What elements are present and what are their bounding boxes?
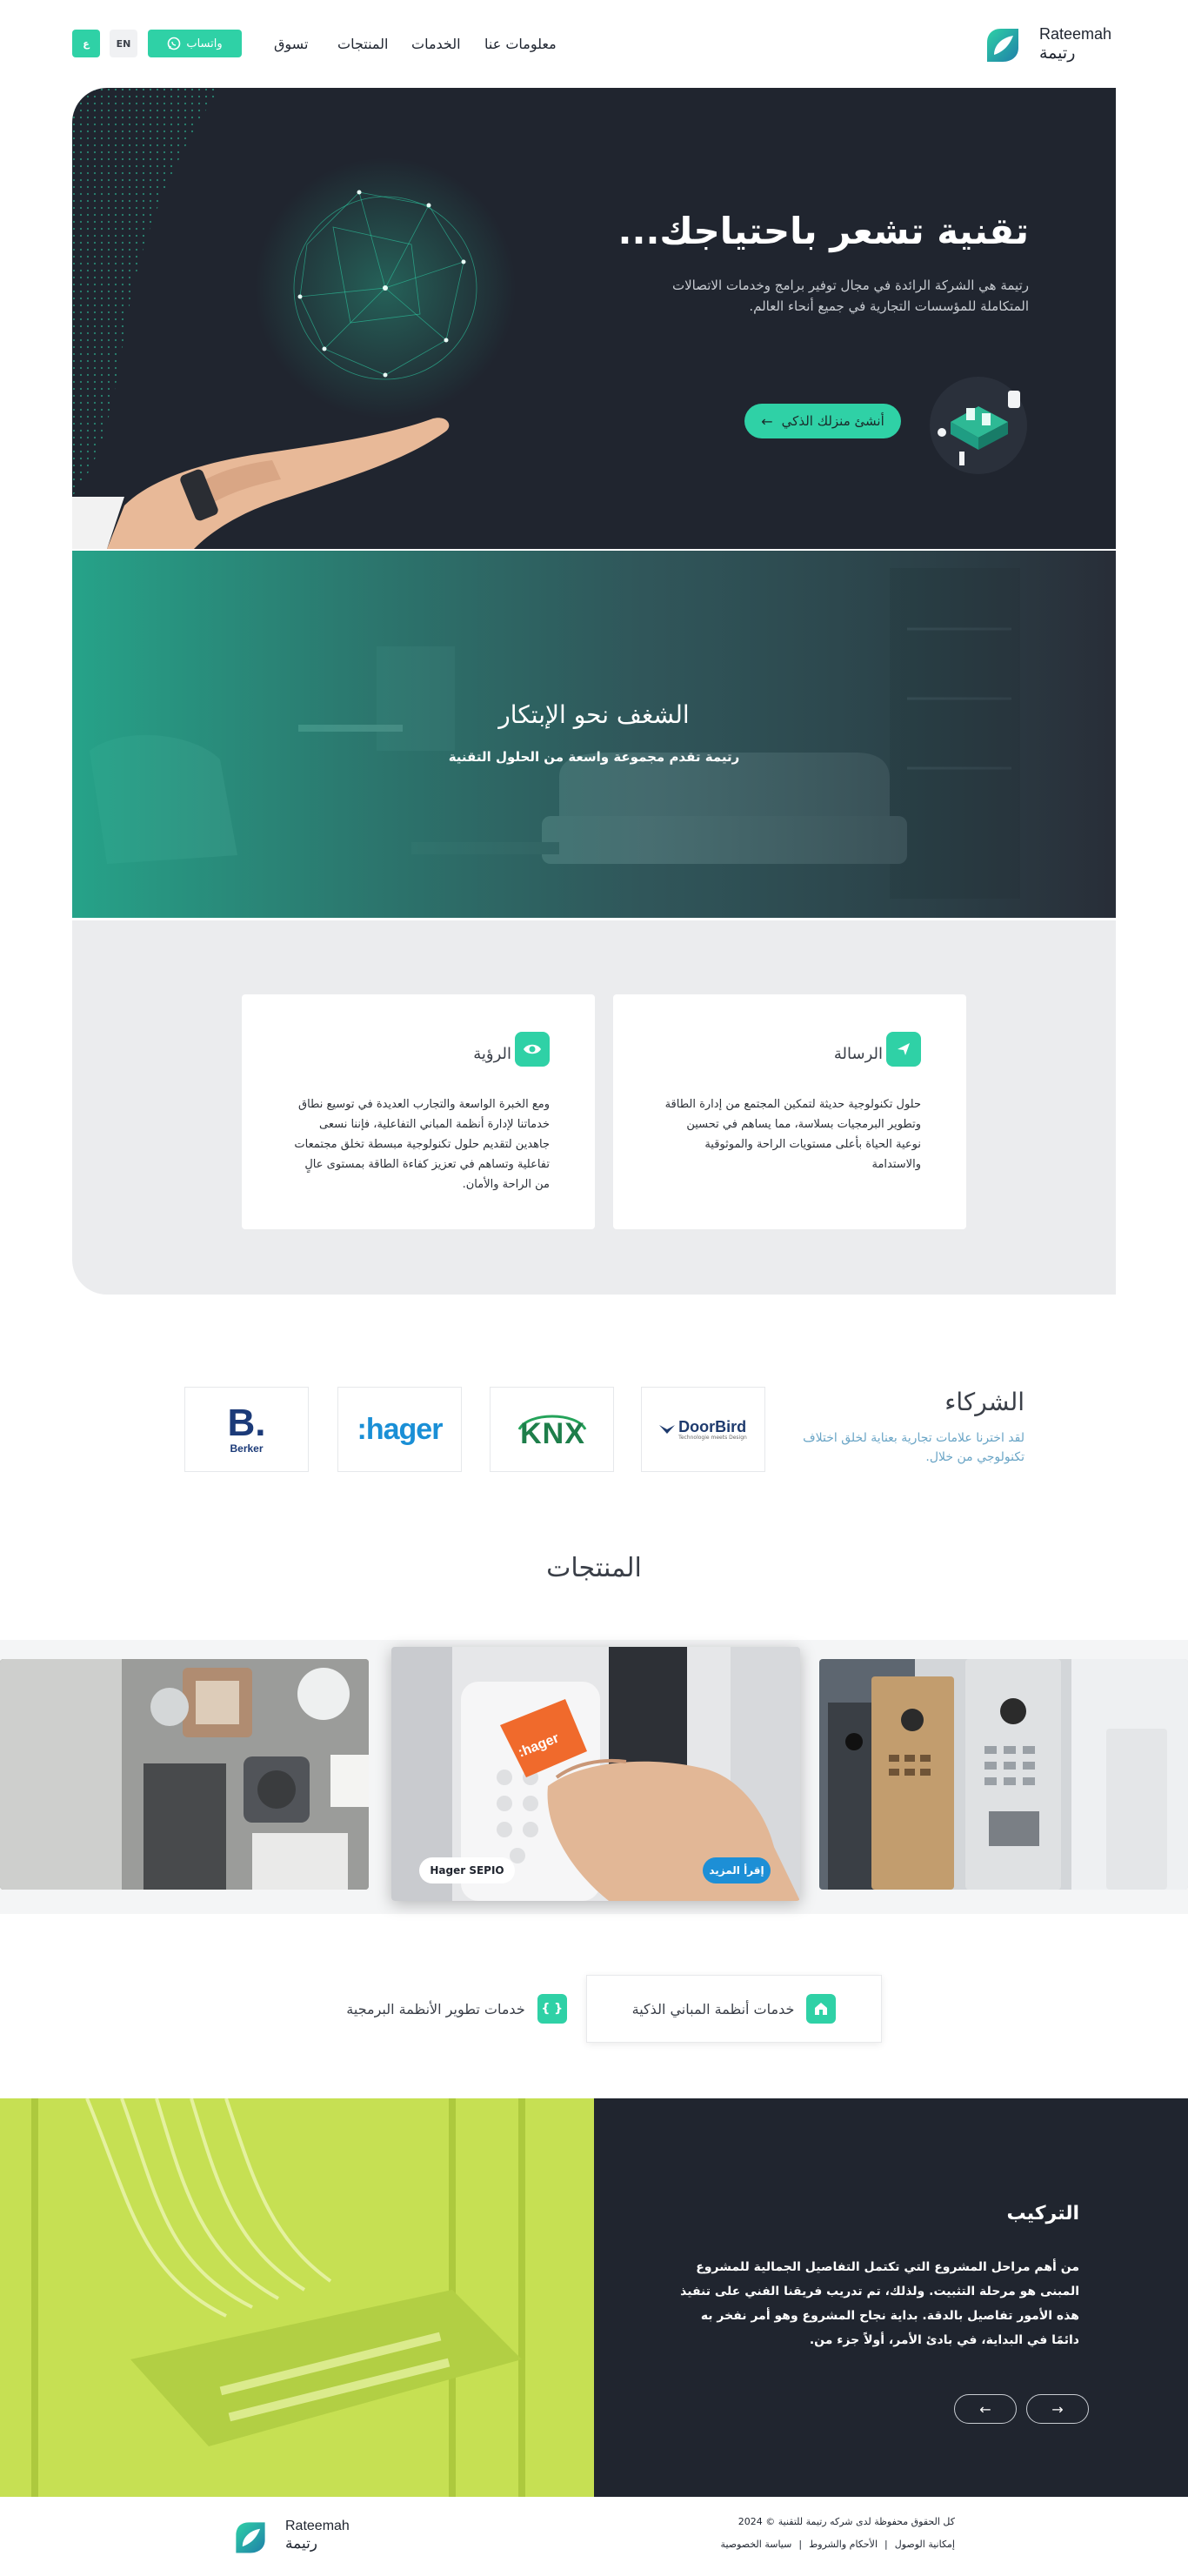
site-header: Rateemah رتيمة معلومات عنا الخدمات المنت… [0, 0, 1188, 87]
partner-logo-doorbird[interactable]: DoorBird Technologie meets Design [641, 1387, 765, 1472]
carousel-prev-button[interactable]: ← [954, 2394, 1017, 2424]
vision-mission-section: الرسالة حلول تكنولوجية حديثة لتمكين المج… [72, 920, 1116, 1295]
mission-title: الرسالة [833, 1045, 883, 1063]
brand-name-en: Rateemah [1039, 25, 1112, 43]
tab-smart-building-services[interactable]: خدمات أنظمة المباني الذكية [586, 1975, 882, 2043]
footer-links: إمكانية الوصول | الأحكام والشروط | سياسة… [721, 2539, 955, 2550]
switch-panels-photo [0, 1659, 369, 1890]
hero-title: تقنية تشعر باحتياجك... [617, 210, 1029, 252]
doorbird-bird-icon [659, 1425, 676, 1434]
vision-card: الرؤية ومع الخبرة الواسعة والتجارب العدي… [242, 994, 595, 1229]
rateemah-logo-icon[interactable] [980, 22, 1025, 67]
arrow-left-icon: ← [761, 412, 773, 430]
footer-link-accessibility[interactable]: إمكانية الوصول [895, 2539, 955, 2550]
mission-card: الرسالة حلول تكنولوجية حديثة لتمكين المج… [613, 994, 966, 1229]
send-arrow-icon [886, 1032, 921, 1067]
partner-logo-hager[interactable]: :hager [337, 1387, 462, 1472]
read-more-button[interactable]: إقرأ المزيد [703, 1857, 771, 1883]
products-title: المنتجات [546, 1553, 642, 1583]
brand-name-ar: رتيمة [1039, 43, 1076, 63]
tab-smart-building-label: خدمات أنظمة المباني الذكية [631, 2000, 795, 2017]
tab-software-label: خدمات تطوير الأنظمة البرمجية [346, 2000, 525, 2017]
innovation-subtitle: رتيمة تقدم مجموعة واسعة من الحلول التقني… [448, 749, 740, 765]
innovation-banner: الشغف نحو الإبتكار رتيمة تقدم مجموعة واس… [72, 551, 1116, 918]
hero-globe-hand-illustration [72, 88, 516, 549]
site-footer [0, 2497, 1188, 2576]
installation-body: من أهم مراحل المشروع التي تكتمل التفاصيل… [680, 2260, 1079, 2347]
nav-products[interactable]: المنتجات [337, 36, 389, 52]
innovation-title: الشغف نحو الإبتكار [498, 700, 690, 729]
partner-logo-knx[interactable]: KNX [490, 1387, 614, 1472]
whatsapp-button[interactable]: واتساب [148, 30, 242, 57]
footer-brand-en: Rateemah [285, 2519, 350, 2533]
footer-brand-ar: رتيمة [285, 2535, 318, 2553]
installation-photo [0, 2098, 594, 2497]
cta-label: أنشئ منزلك الذكي [781, 413, 884, 429]
lang-en-button[interactable]: EN [110, 30, 137, 57]
partner-logo-berker[interactable]: B. Berker [184, 1387, 309, 1472]
whatsapp-icon [167, 37, 181, 50]
nav-about[interactable]: معلومات عنا [484, 36, 557, 52]
lang-ar-button[interactable]: ع [72, 30, 100, 57]
product-name-label: Hager SEPIO [419, 1857, 515, 1883]
knx-wordmark: KNX [520, 1417, 585, 1450]
product-card-doorbird[interactable] [819, 1659, 1188, 1890]
mission-body: حلول تكنولوجية حديثة لتمكين المجتمع من إ… [664, 1098, 921, 1171]
partners-title: الشركاء [944, 1388, 1024, 1416]
vision-body: ومع الخبرة الواسعة والتجارب العديدة في ت… [294, 1098, 550, 1191]
footer-link-privacy[interactable]: سياسة الخصوصية [721, 2539, 792, 2550]
berker-mark: B. [227, 1402, 266, 1444]
doorbird-tagline: Technologie meets Design [678, 1434, 747, 1441]
carousel-next-button[interactable]: → [1026, 2394, 1089, 2424]
product-card-hager-sepio[interactable]: :hager Hager SEPIO إقرأ المزيد [391, 1647, 800, 1901]
whatsapp-label: واتساب [186, 37, 223, 50]
divider: | [884, 2539, 888, 2550]
product-card-switches[interactable] [0, 1659, 369, 1890]
divider: | [798, 2539, 803, 2550]
code-braces-icon: { } [537, 1994, 567, 2024]
cable-rack-photo [0, 2098, 594, 2497]
footer-logo-icon[interactable] [230, 2516, 271, 2558]
arrow-left-icon: ← [979, 2400, 991, 2418]
vision-title: الرؤية [473, 1045, 511, 1063]
eye-icon [515, 1032, 550, 1067]
footer-link-terms[interactable]: الأحكام والشروط [809, 2539, 878, 2550]
installation-title: التركيب [1006, 2203, 1079, 2225]
smart-home-isometric-icon [930, 377, 1027, 474]
hero-subtitle: رتيمة هي الشركة الرائدة في مجال توفير بر… [671, 278, 1029, 314]
copyright: كل الحقوق محفوظة لدى شركه رتيمة للتقنية … [737, 2516, 955, 2527]
create-smart-home-button[interactable]: أنشئ منزلك الذكي ← [744, 404, 901, 438]
berker-wordmark: Berker [230, 1442, 264, 1455]
doorbird-wordmark: DoorBird [678, 1417, 747, 1435]
doorbird-intercoms-photo [819, 1659, 1188, 1890]
partners-subtitle: لقد اخترنا علامات تجارية بعناية لخلق اخت… [803, 1431, 1024, 1464]
arrow-right-icon: → [1051, 2400, 1064, 2418]
hager-wordmark: :hager [357, 1412, 444, 1446]
hero-section: تقنية تشعر باحتياجك... رتيمة هي الشركة ا… [72, 88, 1116, 549]
living-room-photo [72, 551, 1116, 918]
nav-services[interactable]: الخدمات [411, 36, 461, 52]
nav-shop[interactable]: تسوق [274, 36, 308, 52]
tab-software-services[interactable]: { } خدمات تطوير الأنظمة البرمجية [339, 1975, 574, 2043]
installation-section: التركيب من أهم مراحل المشروع التي تكتمل … [594, 2098, 1188, 2497]
smart-home-icon [806, 1994, 837, 2024]
